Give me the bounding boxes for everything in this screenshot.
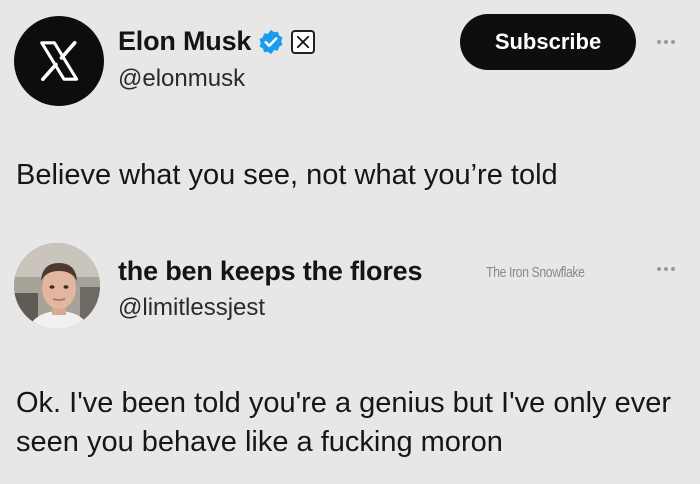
profile-photo-icon [14,243,100,329]
avatar[interactable] [14,243,100,329]
more-options-icon[interactable] [657,267,675,271]
author-handle[interactable]: @elonmusk [118,65,245,93]
author-name-row: the ben keeps the flores [118,256,422,287]
x-logo-icon [40,40,79,82]
watermark: The Iron Snowflake [486,264,585,281]
avatar[interactable] [14,16,104,106]
x-badge-icon [291,29,316,54]
subscribe-button[interactable]: Subscribe [460,14,636,70]
tweet-elon: Elon Musk @elonmusk Subscribe Believe wh… [0,0,700,230]
author-display-name[interactable]: the ben keeps the flores [118,256,422,287]
tweet-text: Ok. I've been told you're a genius but I… [16,387,671,458]
tweet-text: Believe what you see, not what you’re to… [16,159,558,191]
author-display-name[interactable]: Elon Musk [118,26,251,57]
tweet-reply: the ben keeps the flores @limitlessjest … [0,230,700,484]
more-options-icon[interactable] [657,40,675,44]
author-name-row: Elon Musk [118,26,316,57]
verified-badge-icon [259,29,283,54]
author-handle[interactable]: @limitlessjest [118,294,265,322]
